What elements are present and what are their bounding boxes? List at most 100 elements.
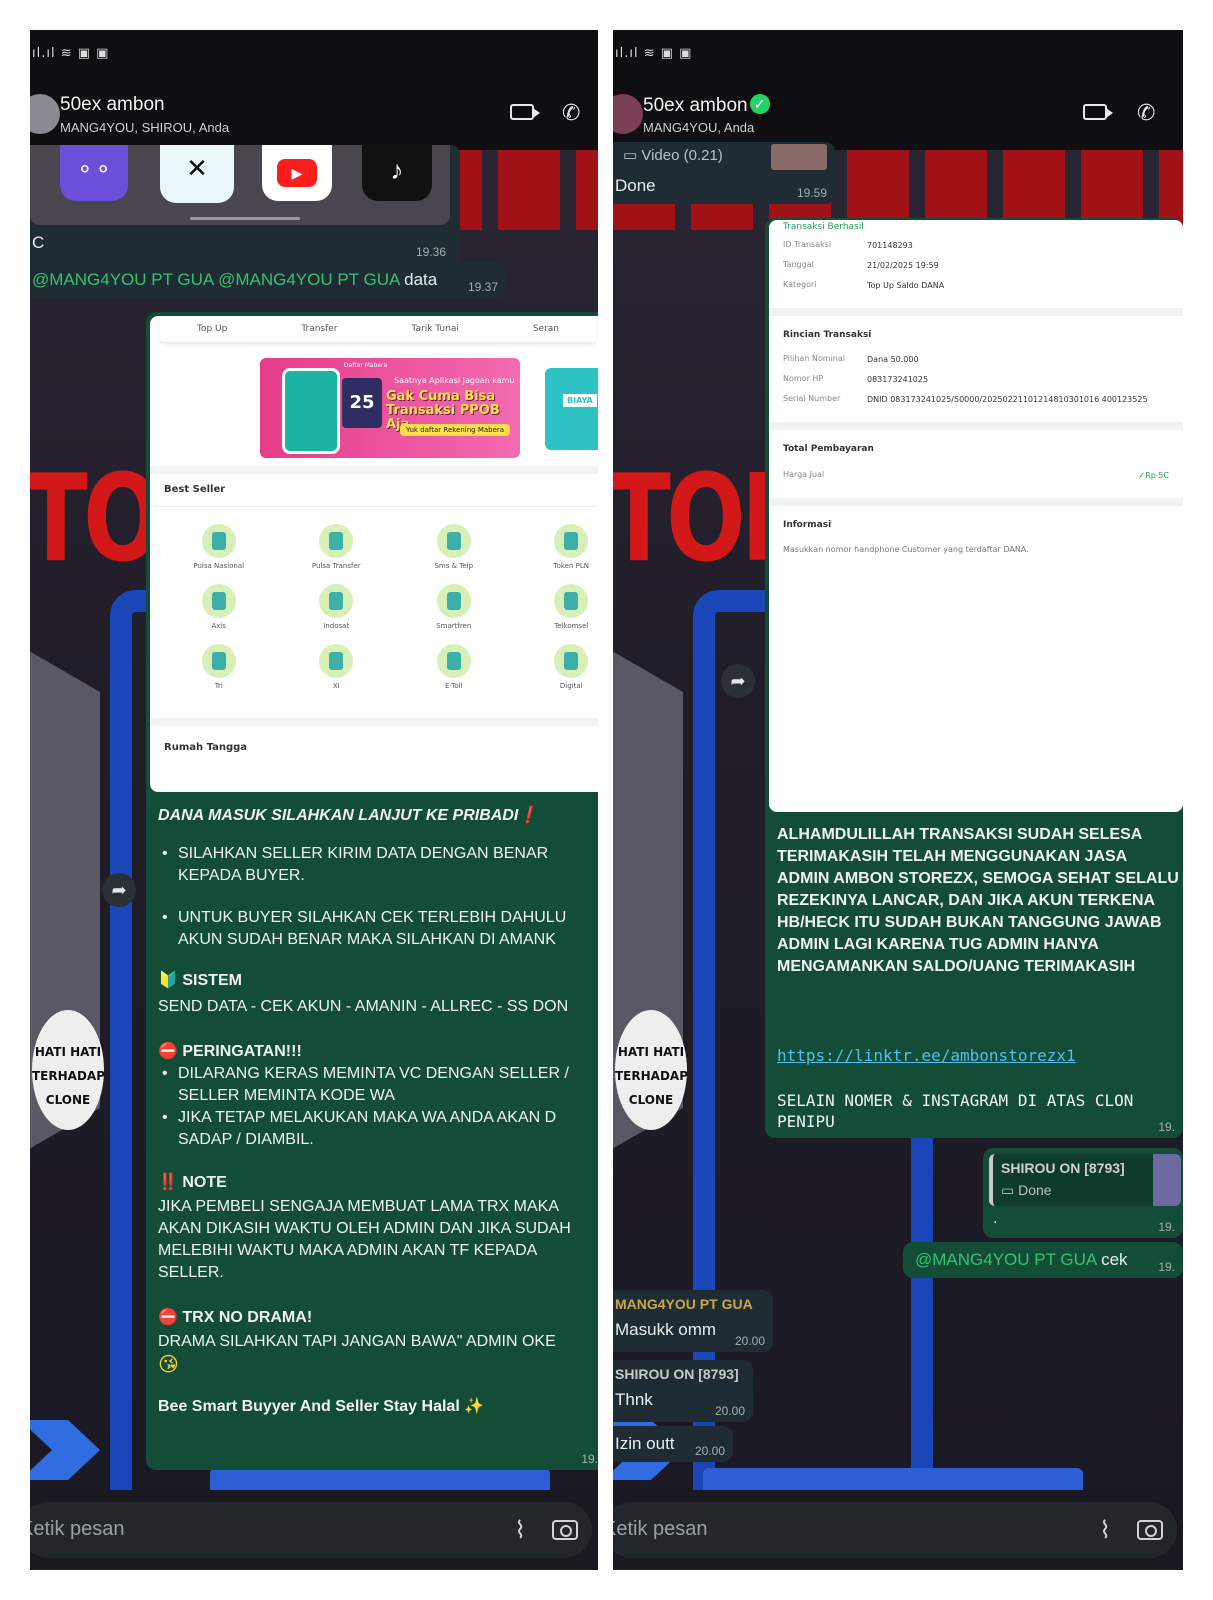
video-icon: ▭ <box>623 147 638 164</box>
indosat-icon <box>319 584 354 618</box>
app-screenshot-image[interactable]: Top Up Transfer Tarik Tunai Seran 25 Saa… <box>150 316 598 792</box>
message-time: 20.00 <box>694 1444 725 1458</box>
rules-footer: Bee Smart Buyyer And Seller Stay Halal <box>158 1398 460 1415</box>
chat-header[interactable]: 50ex ambon ✓ MANG4YOU, Anda ✆ <box>613 80 1183 150</box>
rules-text: DANA MASUK SILAHKAN LANJUT KE PRIBADI❗ S… <box>158 804 598 1418</box>
rules-message[interactable]: Top Up Transfer Tarik Tunai Seran 25 Saa… <box>146 312 598 1470</box>
tab-tarik-tunai: Tarik Tunai <box>411 324 459 334</box>
image-icon: ▭ <box>1001 1182 1015 1198</box>
forward-icon[interactable]: ➦ <box>721 664 755 698</box>
rumah-tangga-title: Rumah Tangga <box>164 742 248 753</box>
screenshot-tabs: Top Up Transfer Tarik Tunai Seran <box>160 316 596 343</box>
grid-item: E-Toll <box>395 644 513 690</box>
message-time: 19. <box>1158 1260 1175 1274</box>
receipt-image[interactable]: Transaksi Berhasil ID Transaksi 701148293… <box>769 220 1183 812</box>
info-title: Informasi <box>783 520 832 530</box>
grid-item: Pulsa Nasional <box>160 524 278 570</box>
attach-icon[interactable]: ⌇ <box>514 1516 526 1545</box>
incoming-message[interactable]: SHIROU ON [8793] Thnk 20.00 <box>613 1360 753 1422</box>
rules-bullet: SILAHKAN SELLER KIRIM DATA DENGAN BENAR … <box>158 843 598 887</box>
mention-message[interactable]: @MANG4YOU PT GUA cek 19. <box>903 1242 1183 1278</box>
sistem-text: SEND DATA - CEK AKUN - AMANIN - ALLREC -… <box>158 998 569 1015</box>
video-call-icon[interactable] <box>510 104 540 120</box>
no-entry-icon: ⛔ <box>158 1307 178 1326</box>
message-input-bar: Ketik pesan ⌇ <box>30 1490 598 1570</box>
receipt-key: Tanggal <box>783 260 814 269</box>
incoming-message[interactable]: MANG4YOU PT GUA Masukk omm 20.00 <box>613 1290 773 1352</box>
phone-call-icon[interactable]: ✆ <box>1137 100 1155 126</box>
mention-message[interactable]: @MANG4YOU PT GUA @MANG4YOU PT GUA data 1… <box>30 262 506 298</box>
youtube-icon: ▶ <box>262 145 332 201</box>
quoted-message[interactable]: SHIROU ON [8793] ▭ Done <box>989 1154 1181 1206</box>
mention-link[interactable]: @MANG4YOU PT GUA <box>32 270 213 289</box>
phone-call-icon[interactable]: ✆ <box>562 100 580 126</box>
message-time: 20.00 <box>734 1334 765 1348</box>
linktree-link[interactable]: https://linktr.ee/ambonstorezx1 <box>777 1046 1076 1065</box>
message-input[interactable]: Ketik pesan ⌇ <box>30 1502 592 1558</box>
product-grid: Pulsa Nasional Pulsa Transfer Sms & Telp… <box>160 524 598 690</box>
sender-name[interactable]: SHIROU ON [8793] <box>615 1366 739 1382</box>
tri-icon <box>201 644 236 678</box>
total-title: Total Pembayaran <box>783 444 874 454</box>
promo-side-label: BIAYA <box>563 394 597 407</box>
incoming-message[interactable]: Izin outt 20.00 <box>613 1426 733 1462</box>
capcut-icon: ✕ <box>160 145 234 203</box>
promo-tag: Daftar Mabera <box>344 362 388 369</box>
tiktok-icon: ♪ <box>362 145 432 201</box>
message-time: 19.36 <box>415 245 446 259</box>
receipt-status: Transaksi Berhasil <box>783 222 864 232</box>
rincian-title: Rincian Transaksi <box>783 330 872 340</box>
forward-icon[interactable]: ➦ <box>102 873 136 907</box>
video-thumbnail[interactable] <box>771 144 827 170</box>
group-avatar[interactable] <box>30 94 60 134</box>
video-call-icon[interactable] <box>1083 104 1113 120</box>
receipt-message[interactable]: Transaksi Berhasil ID Transaksi 701148293… <box>765 218 1183 1138</box>
chat-title[interactable]: 50ex ambon ✓ <box>643 94 770 117</box>
group-avatar[interactable] <box>613 94 643 134</box>
e-toll-icon <box>436 644 471 678</box>
message-text: cek <box>1101 1250 1128 1269</box>
promo-banner: 25 Saatnya Aplikasi Jagoan kamu Gak Cuma… <box>260 358 520 458</box>
token-pln-icon <box>554 524 589 558</box>
camera-icon[interactable] <box>552 1520 578 1540</box>
message-text: C <box>32 233 45 252</box>
double-exclamation-icon: ‼️ <box>158 1172 178 1191</box>
promo-banner-2: BIAYA <box>545 368 598 450</box>
quoted-video: ▭ Video (0.21) <box>623 147 723 164</box>
message-text: Izin outt <box>615 1434 675 1453</box>
sistem-title: SISTEM <box>182 972 242 989</box>
verified-check-icon: ✓ <box>749 94 770 114</box>
status-bar: ıl.ıl ≋ ▣ ▣ <box>30 30 598 80</box>
grid-item: Axis <box>160 584 278 630</box>
chat-header[interactable]: 50ex ambon MANG4YOU, SHIROU, Anda ✆ <box>30 80 598 150</box>
camera-icon[interactable] <box>1137 1520 1163 1540</box>
chat-title[interactable]: 50ex ambon <box>60 94 165 116</box>
message-time: 20.00 <box>714 1404 745 1418</box>
grid-item: Smartfren <box>395 584 513 630</box>
done-message[interactable]: ▭ Video (0.21) Done 19.59 <box>613 142 835 204</box>
app-icon-1: ⚬⚬ <box>60 145 128 201</box>
attach-icon[interactable]: ⌇ <box>1099 1516 1111 1545</box>
best-seller-title: Best Seller <box>164 484 226 495</box>
status-bar: ıl.ıl ≋ ▣ ▣ <box>613 30 1183 80</box>
note-text: JIKA PEMBELI SENGAJA MEMBUAT LAMA TRX MA… <box>158 1198 571 1281</box>
app-icons-image[interactable]: ⚬⚬ ✕ ▶ ♪ <box>30 145 450 225</box>
message-text: Masukk omm <box>615 1320 717 1339</box>
sender-name[interactable]: MANG4YOU PT GUA <box>615 1296 753 1312</box>
right-screenshot: TORI HATI HATI TERHADAP CLONE ıl.ıl ≋ ▣ ▣ … <box>613 30 1183 1570</box>
message-time: 19. <box>581 1452 598 1466</box>
pulsa-transfer-icon <box>319 524 354 558</box>
promo-cta: Yuk daftar Rekening Mabera <box>400 424 511 436</box>
mention-link[interactable]: @MANG4YOU PT GUA <box>915 1250 1096 1269</box>
message-time: 19.37 <box>467 280 498 294</box>
trx-title: TRX NO DRAMA! <box>182 1309 313 1326</box>
message-input[interactable]: Ketik pesan ⌇ <box>613 1502 1177 1558</box>
receipt-key: Harga Jual <box>783 470 825 479</box>
tab-transfer: Transfer <box>301 324 338 334</box>
left-screenshot: TOI HATI HATI TERHADAP CLONE ıl.ıl ≋ ▣ ▣ 5… <box>30 30 598 1570</box>
mention-link[interactable]: @MANG4YOU PT GUA <box>218 270 399 289</box>
receipt-value: Top Up Saldo DANA <box>867 281 945 290</box>
tab-top-up: Top Up <box>196 324 228 334</box>
receipt-value: 083173241025 <box>867 375 929 384</box>
reply-message[interactable]: SHIROU ON [8793] ▭ Done . 19. <box>983 1148 1183 1238</box>
